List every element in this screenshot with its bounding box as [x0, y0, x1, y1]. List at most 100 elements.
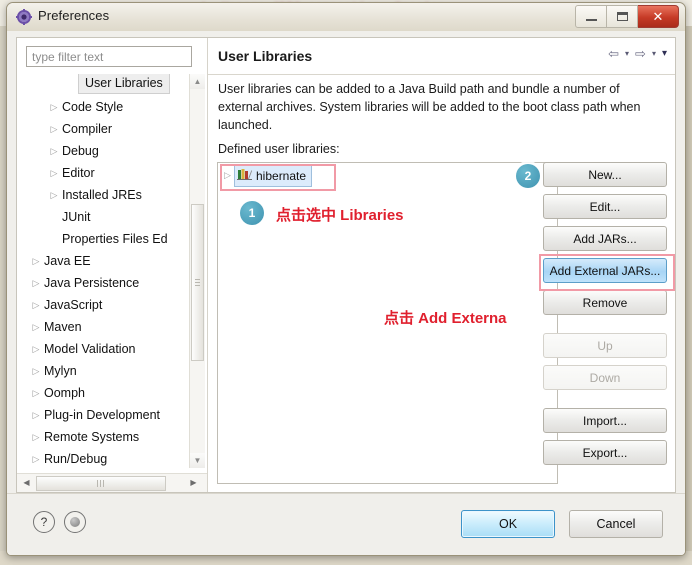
annotation-badge-1: 1	[240, 201, 264, 225]
tree-horizontal-scrollbar[interactable]: ◀ ▶	[17, 473, 207, 492]
tree-hscrollbar-thumb[interactable]	[36, 476, 166, 491]
expander-chevron-right-icon[interactable]: ▷	[30, 382, 42, 404]
minimize-button[interactable]	[575, 5, 607, 28]
expander-chevron-right-icon[interactable]: ▷	[30, 272, 42, 294]
sidebar-item-label: Mylyn	[44, 364, 77, 378]
sidebar-item-model-validation[interactable]: ▷ Model Validation	[26, 338, 205, 360]
sidebar-item-plug-in-development[interactable]: ▷ Plug-in Development	[26, 404, 205, 426]
sidebar-item-editor[interactable]: ▷ Editor	[26, 162, 205, 184]
expander-chevron-right-icon[interactable]: ▷	[30, 360, 42, 382]
sidebar-item-maven[interactable]: ▷ Maven	[26, 316, 205, 338]
sidebar-item-remote-systems[interactable]: ▷ Remote Systems	[26, 426, 205, 448]
library-selected-box[interactable]: hibernate	[234, 164, 313, 187]
sidebar-item-label: Installed JREs	[62, 188, 142, 202]
ok-button[interactable]: OK	[461, 510, 555, 538]
page-nav-icons: ⇦ ▾ ⇨ ▾ ▾	[608, 47, 667, 60]
sidebar-item-label: JUnit	[62, 210, 91, 224]
annotation-text-2: 点击 Add Externa	[384, 310, 507, 327]
annotation-text-1: 点击选中 Libraries	[276, 207, 404, 224]
forward-history-chevron-down-icon[interactable]: ▾	[652, 49, 656, 58]
scrollbar-grip-icon	[195, 278, 200, 287]
annotation-badge-2: 2	[516, 164, 540, 188]
dialog-footer: ? OK Cancel	[7, 493, 685, 555]
back-history-chevron-down-icon[interactable]: ▾	[625, 49, 629, 58]
tree-item-user-libraries-selected[interactable]: User Libraries	[78, 74, 170, 94]
filter-input-wrapper[interactable]: type filter text	[26, 46, 192, 67]
expander-chevron-right-icon[interactable]: ▷	[48, 184, 60, 206]
remove-button[interactable]: Remove	[543, 290, 667, 315]
sidebar-item-label: Editor	[62, 166, 95, 180]
sidebar-item-label: Debug	[62, 144, 99, 158]
expander-chevron-right-icon[interactable]: ▷	[30, 338, 42, 360]
expander-chevron-right-icon[interactable]: ▷	[48, 140, 60, 162]
tree-scrollbar-thumb[interactable]	[191, 204, 204, 361]
cancel-button[interactable]: Cancel	[569, 510, 663, 538]
sidebar-item-label: Java Persistence	[44, 276, 140, 290]
sidebar-item-label: Maven	[44, 320, 82, 334]
page-title: User Libraries	[218, 48, 313, 64]
sidebar-item-installed-jres[interactable]: ▷ Installed JREs	[26, 184, 205, 206]
help-question-icon[interactable]: ?	[33, 511, 55, 533]
restore-defaults-icon[interactable]	[64, 511, 86, 533]
list-item[interactable]: ▷ hibernate	[221, 164, 313, 187]
preferences-tree[interactable]: User Libraries ▷ Code Style ▷ Compiler ▷ Debu…	[26, 74, 205, 468]
sidebar-item-javascript[interactable]: ▷ JavaScript	[26, 294, 205, 316]
sidebar-item-properties-files-ed[interactable]: Properties Files Ed	[26, 228, 205, 250]
expander-chevron-right-icon[interactable]: ▷	[30, 294, 42, 316]
expander-chevron-right-icon[interactable]: ▷	[30, 316, 42, 338]
sidebar-item-junit[interactable]: JUnit	[26, 206, 205, 228]
tree-rows: ▷ Code Style ▷ Compiler ▷ Debug ▷ Editor ▷ Instal…	[26, 96, 205, 468]
expander-chevron-right-icon[interactable]: ▷	[30, 404, 42, 426]
sidebar-item-java-persistence[interactable]: ▷ Java Persistence	[26, 272, 205, 294]
expander-chevron-right-icon[interactable]: ▷	[30, 250, 42, 272]
sidebar-item-label: JavaScript	[44, 298, 103, 312]
library-name: hibernate	[256, 168, 307, 183]
expander-chevron-right-icon[interactable]: ▷	[48, 96, 60, 118]
window-controls: ✕	[575, 5, 679, 28]
sidebar-item-label: Code Style	[62, 100, 124, 114]
back-arrow-icon[interactable]: ⇦	[608, 47, 619, 60]
export-button[interactable]: Export...	[543, 440, 667, 465]
expander-chevron-right-icon[interactable]: ▷	[30, 448, 42, 468]
tree-vertical-scrollbar[interactable]: ▲ ▼	[189, 74, 205, 468]
preferences-tree-pane: type filter text User Libraries ▷ Code St…	[17, 38, 208, 492]
edit-button[interactable]: Edit...	[543, 194, 667, 219]
forward-arrow-icon[interactable]: ⇨	[635, 47, 646, 60]
tree-scrollbar-down-arrow-icon[interactable]: ▼	[190, 453, 205, 468]
add-external-jars-button[interactable]: Add External JARs...	[543, 258, 667, 283]
sidebar-item-label: Oomph	[44, 386, 85, 400]
new-button[interactable]: New...	[543, 162, 667, 187]
tree-scrollbar-left-arrow-icon[interactable]: ◀	[19, 475, 34, 490]
expander-chevron-right-icon[interactable]: ▷	[221, 170, 234, 181]
preferences-gear-icon	[16, 9, 32, 25]
sidebar-item-mylyn[interactable]: ▷ Mylyn	[26, 360, 205, 382]
sidebar-item-label: Properties Files Ed	[62, 232, 168, 246]
sidebar-item-run-debug[interactable]: ▷ Run/Debug	[26, 448, 205, 468]
add-jars-button[interactable]: Add JARs...	[543, 226, 667, 251]
maximize-button[interactable]	[607, 5, 638, 28]
view-menu-icon[interactable]: ▾	[662, 48, 667, 59]
sidebar-item-java-ee[interactable]: ▷ Java EE	[26, 250, 205, 272]
sidebar-item-label: Java EE	[44, 254, 91, 268]
sidebar-item-oomph[interactable]: ▷ Oomph	[26, 382, 205, 404]
down-button[interactable]: Down	[543, 365, 667, 390]
user-libraries-list[interactable]: ▷ hibernate 1 点击选中 Libraries 点击 Add Exte…	[217, 162, 558, 484]
expander-chevron-right-icon[interactable]: ▷	[48, 118, 60, 140]
sidebar-item-code-style[interactable]: ▷ Code Style	[26, 96, 205, 118]
close-button[interactable]: ✕	[638, 5, 679, 28]
footer-divider	[7, 493, 685, 494]
sidebar-item-label: Plug-in Development	[44, 408, 161, 422]
sidebar-item-debug[interactable]: ▷ Debug	[26, 140, 205, 162]
up-button[interactable]: Up	[543, 333, 667, 358]
scrollbar-grip-icon	[97, 480, 105, 487]
import-button[interactable]: Import...	[543, 408, 667, 433]
tree-scrollbar-right-arrow-icon[interactable]: ▶	[186, 475, 201, 490]
dialog-title: Preferences	[38, 8, 110, 23]
expander-chevron-right-icon[interactable]: ▷	[48, 162, 60, 184]
page-description: User libraries can be added to a Java Bu…	[218, 82, 641, 132]
dialog-title-bar[interactable]: Preferences ✕	[7, 3, 685, 32]
sidebar-item-compiler[interactable]: ▷ Compiler	[26, 118, 205, 140]
tree-scrollbar-up-arrow-icon[interactable]: ▲	[190, 74, 205, 89]
expander-chevron-right-icon[interactable]: ▷	[30, 426, 42, 448]
sidebar-item-label: Compiler	[62, 122, 113, 136]
